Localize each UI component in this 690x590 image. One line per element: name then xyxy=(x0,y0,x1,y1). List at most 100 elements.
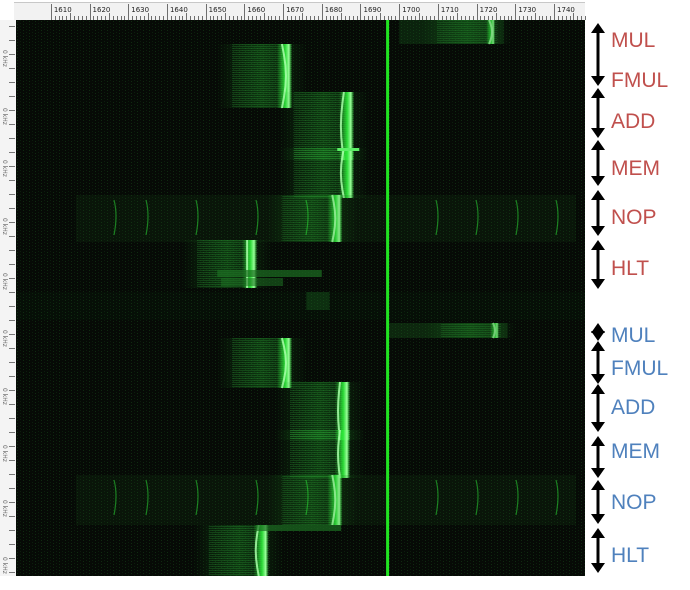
ruler-minor-tick xyxy=(573,13,575,20)
time-scale-label: 0 kHz xyxy=(1,445,8,462)
time-scale-tick xyxy=(9,488,15,489)
time-scale-tick xyxy=(9,124,15,125)
ruler-tick-label: 1740 xyxy=(557,6,575,14)
mul-1-smear xyxy=(399,20,504,44)
double-arrow-icon xyxy=(589,528,609,573)
hlt-1-line-b xyxy=(221,278,284,286)
instruction-label: NOP xyxy=(611,206,657,229)
ruler-minor-tick xyxy=(418,13,420,20)
ruler-tick-label: 1690 xyxy=(363,6,382,14)
time-scale-tick xyxy=(9,460,15,461)
ruler-tick xyxy=(283,4,285,20)
ruler-tick-label: 1660 xyxy=(247,6,266,14)
time-scale-tick xyxy=(9,278,15,279)
ruler-tick-label: 1650 xyxy=(208,6,227,14)
time-scale-tick xyxy=(9,82,15,83)
frequency-ruler: 1610 1620 1630 1640 1650 1660 1670 1680 1690 1700… xyxy=(14,2,586,21)
time-scale-label: 0 kHz xyxy=(1,50,8,67)
ruler-tick-label: 1710 xyxy=(440,6,459,14)
ruler-tick-label: 1610 xyxy=(53,6,72,14)
time-scale-tick xyxy=(9,530,15,531)
time-scale-tick xyxy=(9,208,15,209)
time-scale-tick xyxy=(9,418,15,419)
ruler-tick xyxy=(244,4,246,20)
time-scale-tick xyxy=(9,404,15,405)
instruction-label: MEM xyxy=(611,157,660,180)
time-scale-tick xyxy=(9,236,15,237)
time-scale-tick xyxy=(9,138,15,139)
double-arrow-icon xyxy=(589,323,609,341)
time-scale-tick xyxy=(9,474,15,475)
ruler-minor-tick xyxy=(495,13,497,20)
ruler-tick xyxy=(360,4,362,20)
ruler-tick xyxy=(50,4,52,20)
ruler-minor-tick xyxy=(457,13,459,20)
double-arrow-icon xyxy=(589,23,609,86)
time-scale-label: 0 kHz xyxy=(1,218,8,235)
time-scale-label: 0 kHz xyxy=(1,330,8,347)
instruction-label: HLT xyxy=(611,544,650,567)
ruler-tick xyxy=(89,4,91,20)
ruler-minor-tick xyxy=(379,13,381,20)
ruler-tick-label: 1680 xyxy=(324,6,343,14)
ruler-tick-label: 1640 xyxy=(169,6,188,14)
time-scale-tick xyxy=(9,250,15,251)
ruler-tick-label: 1720 xyxy=(479,6,498,14)
time-scale-tick xyxy=(9,362,15,363)
time-scale-tick xyxy=(9,502,15,503)
ruler-minor-tick xyxy=(534,13,536,20)
time-scale-tick xyxy=(9,516,15,517)
time-scale-tick xyxy=(9,166,15,167)
instruction-label: FMUL xyxy=(611,69,669,92)
ruler-tick xyxy=(476,4,478,20)
time-scale-tick xyxy=(9,376,15,377)
frequency-marker-line xyxy=(386,20,390,576)
time-scale-tick xyxy=(9,194,15,195)
mem-1-spike xyxy=(337,148,360,151)
nop-2-spread xyxy=(76,475,576,525)
time-scale-tick xyxy=(9,544,15,545)
ruler-tick-label: 1620 xyxy=(92,6,111,14)
nop-1-spread xyxy=(76,195,576,242)
instruction-label: HLT xyxy=(611,257,650,280)
ruler-minor-tick xyxy=(108,13,110,20)
time-scale-tick xyxy=(9,334,15,335)
time-scale-label: 0 kHz xyxy=(1,273,8,290)
instruction-label: FMUL xyxy=(611,357,669,380)
ruler-minor-tick xyxy=(263,13,265,20)
double-arrow-icon xyxy=(589,240,609,289)
ruler-tick-label: 1730 xyxy=(518,6,537,14)
double-arrow-icon xyxy=(589,88,609,138)
time-scale-label: 0 kHz xyxy=(1,557,8,574)
time-scale-label: 0 kHz xyxy=(1,500,8,517)
spectrogram-display xyxy=(16,20,585,576)
ruler-tick-label: 1670 xyxy=(286,6,304,14)
ruler-minor-tick xyxy=(225,13,227,20)
ruler-tick xyxy=(515,4,517,20)
time-scale-tick xyxy=(9,264,15,265)
ruler-minor-tick xyxy=(147,13,149,20)
time-scale-tick xyxy=(9,26,15,27)
time-scale-tick xyxy=(9,96,15,97)
time-scale: 0 kHz 0 kHz 0 kHz 0 kHz 0 kHz 0 kHz 0 kHz 0 kHz… xyxy=(0,20,17,576)
time-scale-label: 0 kHz xyxy=(1,108,8,125)
time-scale-tick xyxy=(9,40,15,41)
ruler-tick xyxy=(205,4,207,20)
mul-2-smear xyxy=(387,323,508,338)
hlt-2-line xyxy=(255,525,342,531)
ruler-minor-tick xyxy=(585,16,586,20)
instruction-label: NOP xyxy=(611,491,657,514)
ruler-tick xyxy=(399,4,401,20)
ruler-tick xyxy=(554,4,556,20)
double-arrow-icon xyxy=(589,480,609,524)
idle-gap-ridge xyxy=(306,292,330,310)
double-arrow-icon xyxy=(589,436,609,478)
ruler-minor-tick xyxy=(302,13,304,20)
ruler-minor-tick xyxy=(341,13,343,20)
time-scale-tick xyxy=(9,320,15,321)
time-scale-tick xyxy=(9,54,15,55)
time-scale-tick xyxy=(9,306,15,307)
instruction-label: MUL xyxy=(611,324,656,347)
ruler-tick-label: 1700 xyxy=(402,6,421,14)
time-scale-tick xyxy=(9,432,15,433)
